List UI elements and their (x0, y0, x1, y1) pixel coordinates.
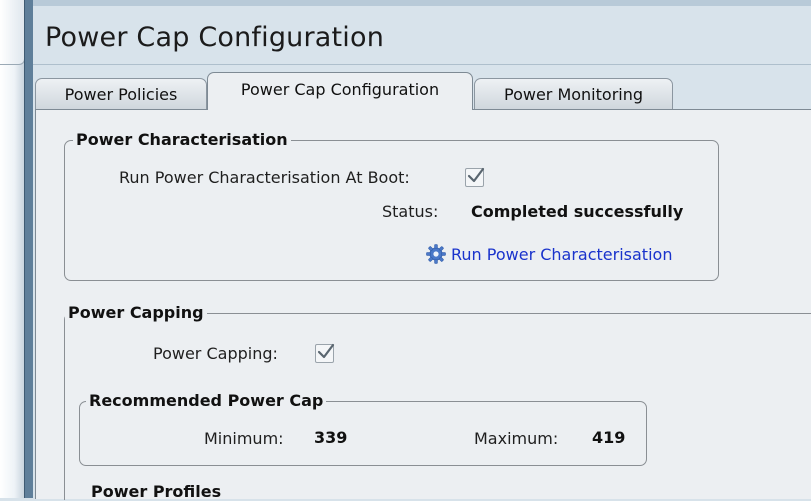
minimum-label: Minimum: (204, 429, 284, 448)
left-navigation-pane (0, 0, 25, 498)
run-power-characterisation-link[interactable]: Run Power Characterisation (425, 243, 672, 265)
checkmark-icon (467, 167, 485, 183)
top-rule (33, 0, 811, 6)
power-capping-legend: Power Capping (65, 303, 207, 323)
power-capping-group: Power Capping Power Capping: Recommended… (64, 303, 811, 500)
status-label: Status: (382, 202, 439, 221)
run-at-boot-label: Run Power Characterisation At Boot: (119, 168, 410, 187)
maximum-value: 419 (592, 428, 626, 447)
run-power-characterisation-label: Run Power Characterisation (451, 244, 673, 264)
tab-bar: Power Policies Power Cap Configuration P… (33, 70, 811, 110)
recommended-power-cap-group: Recommended Power Cap Minimum: 339 Maxim… (79, 391, 647, 466)
tab-power-cap-configuration[interactable]: Power Cap Configuration (207, 72, 473, 110)
page-title: Power Cap Configuration (45, 22, 385, 53)
gear-icon (426, 244, 446, 264)
power-characterisation-group: Power Characterisation Run Power Charact… (64, 130, 719, 281)
tab-content-panel: Power Characterisation Run Power Charact… (35, 109, 811, 500)
recommended-power-cap-legend: Recommended Power Cap (86, 391, 327, 411)
tab-power-policies[interactable]: Power Policies (35, 78, 207, 110)
tab-power-monitoring[interactable]: Power Monitoring (474, 78, 673, 110)
checkmark-icon (317, 343, 335, 359)
maximum-label: Maximum: (474, 429, 559, 448)
power-characterisation-legend: Power Characterisation (73, 130, 291, 150)
nav-collapse-region (0, 0, 25, 65)
power-capping-label: Power Capping: (153, 344, 278, 363)
main-pane: Power Cap Configuration Power Policies P… (33, 0, 811, 501)
run-at-boot-checkbox[interactable] (465, 167, 485, 187)
status-value: Completed successfully (471, 202, 684, 221)
power-capping-checkbox[interactable] (315, 343, 335, 363)
title-divider (33, 64, 811, 65)
power-profiles-legend: Power Profiles (91, 482, 222, 501)
minimum-value: 339 (314, 428, 348, 447)
